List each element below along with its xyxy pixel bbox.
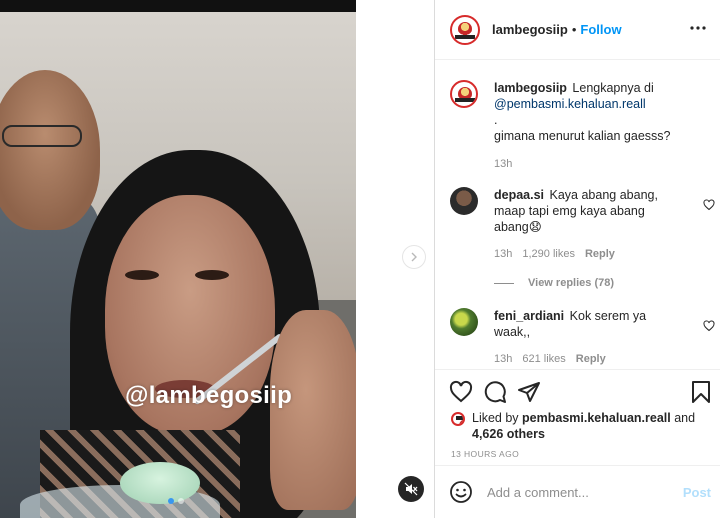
- liked-by-avatar[interactable]: [451, 412, 465, 426]
- caption-time[interactable]: 13h: [494, 156, 512, 172]
- liked-by-summary: Liked by pembasmi.kehaluan.reall and 4,6…: [451, 410, 711, 442]
- liked-by-others[interactable]: 4,626 others: [472, 427, 545, 441]
- view-replies-line: [494, 282, 514, 284]
- post-timestamp[interactable]: 13 HOURS AGO: [451, 449, 519, 459]
- author-avatar[interactable]: [450, 14, 480, 45]
- jelly-on-spoon: [120, 462, 200, 504]
- comment-username[interactable]: depaa.si: [494, 188, 544, 202]
- woman-eye-left: [125, 270, 159, 280]
- comment-item: depaa.si Kaya abang abang, maap tapi emg…: [450, 187, 715, 262]
- view-replies-label: View replies (78): [528, 277, 615, 289]
- commenter-avatar[interactable]: [450, 187, 478, 215]
- comment-username[interactable]: feni_ardiani: [494, 309, 564, 323]
- post-actions: Liked by pembasmi.kehaluan.reall and 4,6…: [435, 369, 720, 465]
- liked-by-prefix: Liked by: [472, 411, 519, 425]
- ellipsis-icon: [690, 26, 706, 30]
- author-username[interactable]: lambegosiip: [492, 22, 568, 37]
- video-top-bar: [0, 0, 356, 12]
- liked-by-text: Liked by pembasmi.kehaluan.reall and 4,6…: [472, 410, 695, 442]
- comment-icon[interactable]: [483, 380, 507, 404]
- heart-icon[interactable]: [449, 380, 473, 404]
- header-separator: •: [571, 22, 577, 37]
- action-icons-row: [449, 380, 711, 404]
- caption-question: gimana menurut kalian gaesss?: [494, 129, 671, 143]
- smiley-icon[interactable]: [449, 480, 473, 504]
- woman-eye-right: [195, 270, 229, 280]
- follow-button[interactable]: Follow: [580, 22, 621, 37]
- caption-text: Lengkapnya di: [572, 81, 654, 95]
- carousel-dot-active: [168, 498, 174, 504]
- comment-input[interactable]: [487, 484, 657, 500]
- caption-username[interactable]: lambegosiip: [494, 81, 567, 95]
- add-comment-bar: Post: [435, 465, 720, 518]
- speaker-muted-icon: [404, 482, 418, 496]
- post-media[interactable]: @lambegosiip: [0, 0, 356, 518]
- comment-reply-button[interactable]: Reply: [576, 351, 606, 367]
- liked-by-user[interactable]: pembasmi.kehaluan.reall: [522, 411, 671, 425]
- bookmark-icon[interactable]: [689, 380, 713, 404]
- comment-meta: 13h 1,290 likes Reply: [494, 246, 679, 262]
- comment-body: feni_ardiani Kok serem ya waak,, 13h 621…: [494, 308, 679, 367]
- view-replies-button[interactable]: View replies (78): [494, 277, 614, 289]
- background-person-glasses: [2, 125, 82, 147]
- comment-likes[interactable]: 621 likes: [522, 351, 565, 367]
- woman-hand: [270, 310, 356, 510]
- video-watermark: @lambegosiip: [125, 382, 293, 409]
- caption-body: lambegosiip Lengkapnya di @pembasmi.keha…: [494, 80, 679, 172]
- comments-list[interactable]: lambegosiip Lengkapnya di @pembasmi.keha…: [435, 61, 720, 369]
- video-frame: [0, 0, 356, 518]
- carousel-dot: [178, 498, 184, 504]
- carousel-next-button[interactable]: [402, 245, 426, 269]
- comment-like-heart-icon[interactable]: [703, 199, 715, 211]
- caption-line-dot: .: [494, 113, 498, 127]
- comment-likes[interactable]: 1,290 likes: [522, 246, 575, 262]
- post-comment-button[interactable]: Post: [683, 485, 711, 500]
- chevron-right-icon: [411, 252, 417, 262]
- caption: lambegosiip Lengkapnya di @pembasmi.keha…: [450, 80, 710, 172]
- caption-author-avatar[interactable]: [450, 80, 478, 108]
- post-header: lambegosiip • Follow: [435, 0, 720, 60]
- comment-body: depaa.si Kaya abang abang, maap tapi emg…: [494, 187, 679, 262]
- carousel-indicator: [168, 498, 184, 504]
- more-options-button[interactable]: [689, 22, 707, 32]
- caption-meta: 13h: [494, 156, 679, 172]
- mute-toggle-button[interactable]: [398, 476, 424, 502]
- liked-by-and: and: [674, 411, 696, 425]
- comment-time[interactable]: 13h: [494, 246, 512, 262]
- comment-meta: 13h 621 likes Reply: [494, 351, 679, 367]
- comment-like-heart-icon[interactable]: [703, 320, 715, 332]
- comment-item: feni_ardiani Kok serem ya waak,, 13h 621…: [450, 308, 715, 367]
- caption-mention-link[interactable]: @pembasmi.kehaluan.reall: [494, 97, 646, 111]
- paper-plane-icon[interactable]: [517, 380, 541, 404]
- post-details-panel: lambegosiip • Follow lambegosiip Lengkap…: [434, 0, 720, 518]
- comment-reply-button[interactable]: Reply: [585, 246, 615, 262]
- comment-time[interactable]: 13h: [494, 351, 512, 367]
- commenter-avatar[interactable]: [450, 308, 478, 336]
